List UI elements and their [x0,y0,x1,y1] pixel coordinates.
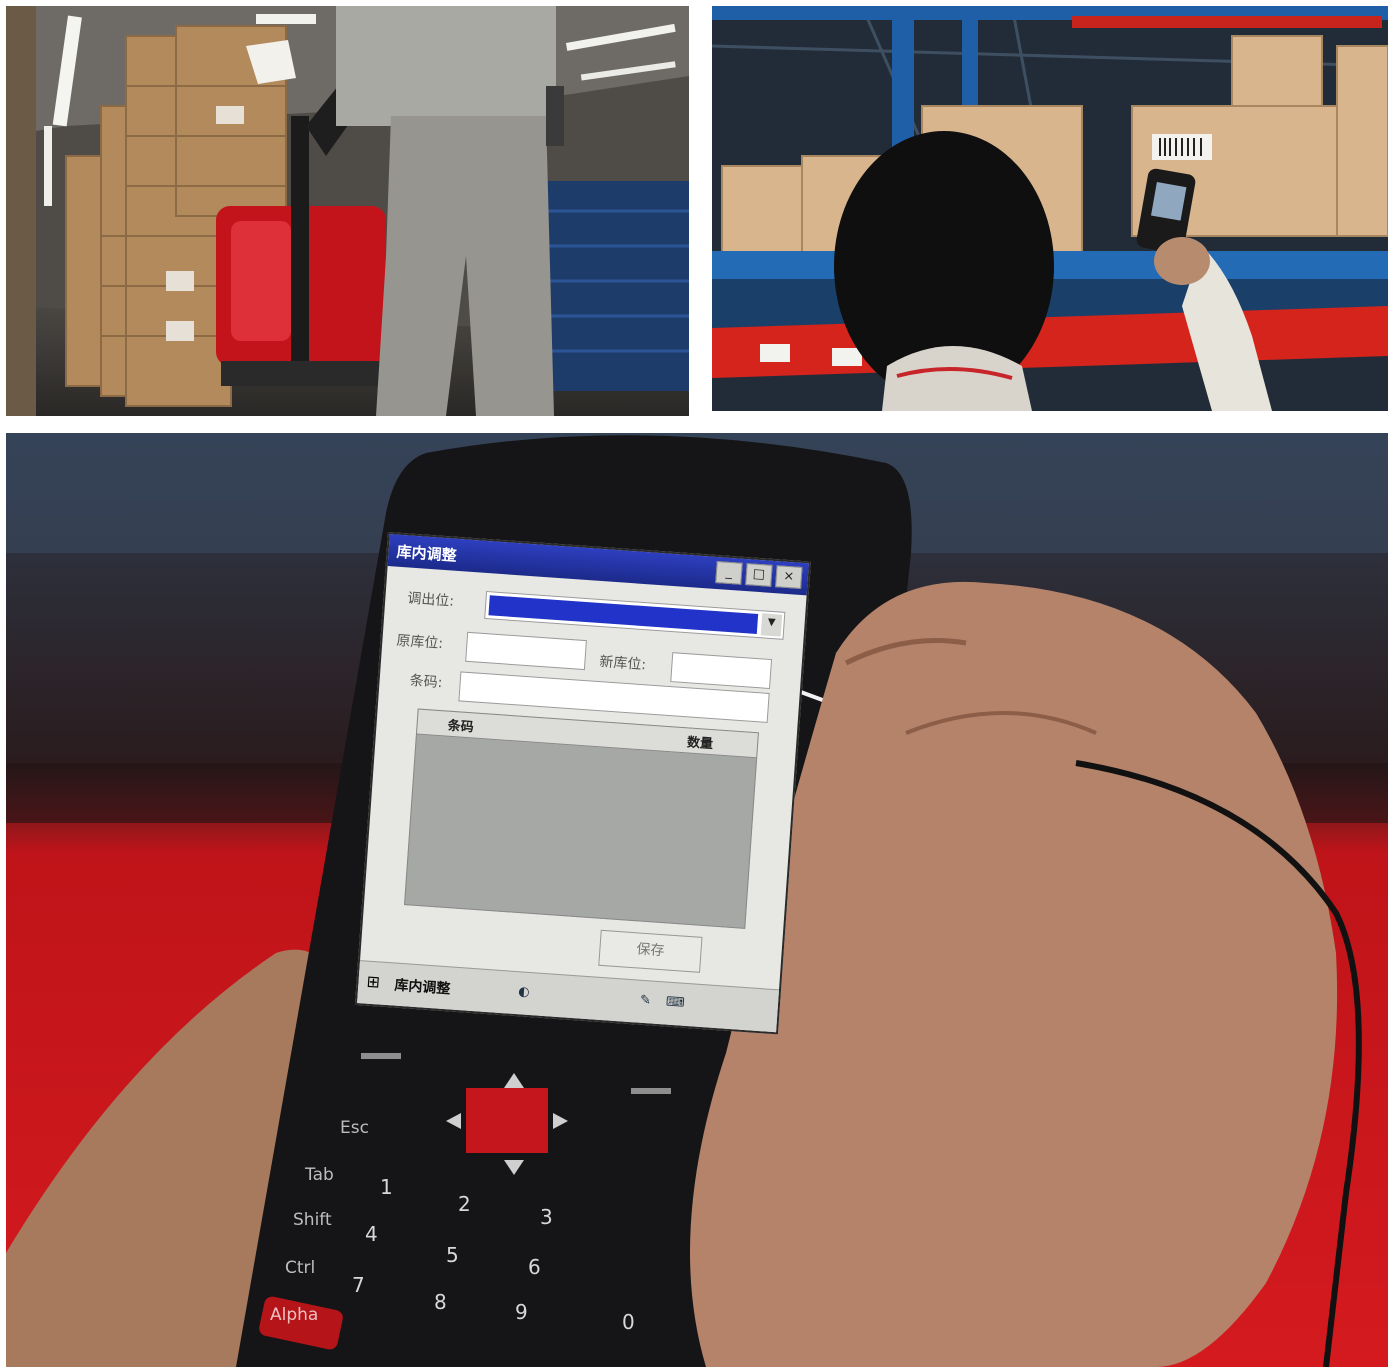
start-icon[interactable]: ⊞ [366,972,381,992]
chevron-down-icon[interactable]: ▼ [760,613,783,637]
esc-key[interactable]: Esc [340,1118,369,1138]
network-icon[interactable]: ◐ [518,984,530,1000]
new-location-label: 新库位: [598,654,647,674]
warehouse-pallet-truck-scene [6,6,689,416]
pen-icon[interactable]: ✎ [639,993,651,1009]
keyboard-icon[interactable]: ⌨ [665,995,685,1011]
item-grid[interactable]: 条码 数量 [404,708,759,929]
handheld-screen: 库内调整 _ □ × 调出位: ▼ 原库位: 新库位: 条码: 条码 数量 保存… [354,532,811,1035]
key-9[interactable]: 9 [515,1300,528,1324]
from-location-label: 调出位: [406,590,455,610]
ctrl-key[interactable]: Ctrl [285,1258,315,1278]
from-location-select[interactable]: ▼ [484,590,786,640]
screen-title: 库内调整 [396,542,458,565]
warehouse-pallet-truck-photo [6,6,689,416]
select-highlight [488,595,759,634]
key-5[interactable]: 5 [446,1243,459,1267]
maximize-button[interactable]: □ [745,563,773,587]
key-2[interactable]: 2 [458,1192,471,1216]
new-location-field[interactable] [670,652,773,690]
shift-key[interactable]: Shift [293,1210,332,1230]
key-1[interactable]: 1 [380,1175,393,1199]
minimize-button[interactable]: _ [715,561,743,585]
worker-scanning-shelf-photo [712,6,1388,411]
taskbar-app-label[interactable]: 库内调整 [394,975,451,999]
key-8[interactable]: 8 [434,1290,447,1314]
key-0[interactable]: 0 [622,1310,635,1334]
grid-col-barcode[interactable]: 条码 [447,715,474,736]
alpha-key[interactable]: Alpha [270,1305,318,1325]
key-7[interactable]: 7 [352,1273,365,1297]
worker-scanning-shelf-scene [712,6,1388,411]
key-6[interactable]: 6 [528,1255,541,1279]
key-3[interactable]: 3 [540,1205,553,1229]
tab-key[interactable]: Tab [305,1165,334,1185]
original-location-label: 原库位: [395,632,444,653]
save-button[interactable]: 保存 [598,929,703,973]
barcode-label: 条码: [409,672,443,692]
key-4[interactable]: 4 [365,1222,378,1246]
original-location-field[interactable] [465,631,587,671]
close-button[interactable]: × [775,565,803,589]
grid-col-quantity[interactable]: 数量 [686,731,713,752]
